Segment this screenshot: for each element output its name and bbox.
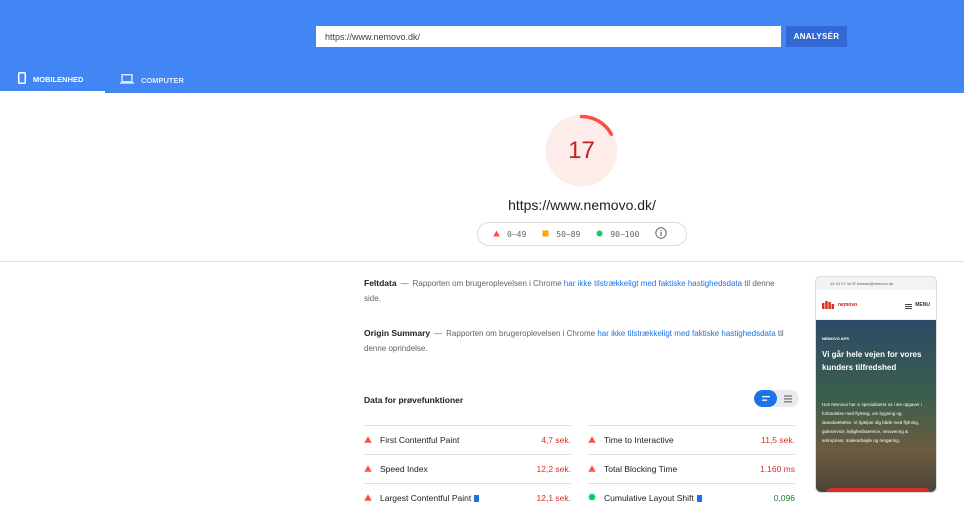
laptop-icon bbox=[120, 74, 141, 86]
legend-item-fail: 0–49 bbox=[493, 230, 526, 239]
screenshot-hero-body: Hos Nemovo har vi specialiseret os i ste… bbox=[822, 402, 922, 443]
metric-largest-contentful-paint: Largest Contentful Paint 12,1 sek. bbox=[364, 483, 571, 512]
smartphone-icon bbox=[18, 72, 33, 86]
field-data-title: Feltdata bbox=[364, 278, 397, 288]
legend-item-pass: 90–100 bbox=[596, 230, 639, 239]
metric-name: Speed Index bbox=[380, 464, 428, 474]
metric-value: 1.160 ms bbox=[760, 464, 795, 474]
metric-name-text: Cumulative Layout Shift bbox=[604, 493, 694, 503]
metric-name: First Contentful Paint bbox=[380, 435, 460, 445]
triangle-red-icon bbox=[364, 464, 372, 474]
metric-value: 12,2 sek. bbox=[536, 464, 572, 474]
metric-time-to-interactive: Time to Interactive 11,5 sek. bbox=[588, 425, 795, 454]
circle-green-icon bbox=[588, 493, 596, 503]
origin-summary-text: Rapporten om brugeroplevelsen i Chrome bbox=[446, 329, 596, 338]
screenshot-hero-cta bbox=[826, 488, 930, 492]
field-data-link[interactable]: har ikke tilstrækkeligt med faktiske has… bbox=[564, 279, 742, 288]
performance-score-value: 17 bbox=[568, 136, 595, 164]
metric-speed-index: Speed Index 12,2 sek. bbox=[364, 454, 571, 483]
metric-cumulative-layout-shift: Cumulative Layout Shift 0,096 bbox=[588, 483, 795, 512]
metric-value: 4,7 sek. bbox=[541, 435, 571, 445]
metric-value: 11,5 sek. bbox=[761, 435, 795, 445]
metric-name: Largest Contentful Paint bbox=[380, 493, 537, 503]
bookmark-flag-icon bbox=[696, 495, 702, 502]
url-input[interactable] bbox=[316, 26, 781, 47]
triangle-red-icon bbox=[588, 464, 596, 474]
triangle-red-icon bbox=[364, 493, 372, 503]
analyzed-page-url: https://www.nemovo.dk/ bbox=[508, 197, 656, 213]
field-data-text: Rapporten om brugeroplevelsen i Chrome bbox=[412, 279, 562, 288]
header-bar: ANALYSÉR MOBILENHED COMPUTER bbox=[0, 0, 964, 93]
origin-summary-section: Origin Summary — Rapporten om brugeropleve… bbox=[364, 326, 784, 356]
nemovo-logo-icon bbox=[822, 296, 834, 314]
legend-label-average: 50–89 bbox=[556, 229, 581, 239]
section-divider bbox=[0, 261, 964, 262]
compact-view-icon[interactable] bbox=[754, 390, 777, 407]
origin-summary-title: Origin Summary bbox=[364, 328, 431, 338]
origin-summary-link[interactable]: har ikke tilstrækkeligt med faktiske has… bbox=[597, 329, 775, 338]
score-legend: 0–49 50–89 90–100 bbox=[477, 222, 687, 246]
lab-data-title: Data for prøvefunktioner bbox=[364, 395, 464, 405]
metric-value: 0,096 bbox=[773, 493, 795, 503]
field-data-section: Feltdata — Rapporten om brugeroplevelsen i… bbox=[364, 276, 784, 306]
metric-name: Total Blocking Time bbox=[604, 464, 678, 474]
screenshot-hero-kicker: NEMOVO APS bbox=[822, 336, 849, 341]
final-screenshot-thumbnail: 44 44 07 44 ✉ kontakt@nemovo.dk nemovo M… bbox=[815, 276, 937, 493]
metric-name: Time to Interactive bbox=[604, 435, 674, 445]
expanded-view-icon[interactable] bbox=[777, 390, 799, 407]
triangle-red-icon bbox=[364, 435, 372, 445]
tab-desktop[interactable]: COMPUTER bbox=[120, 67, 184, 93]
metrics-view-toggle[interactable] bbox=[754, 390, 799, 407]
screenshot-hero-title: Vi går hele vejen for vores kunders tilf… bbox=[822, 350, 922, 372]
metric-value: 12,1 sek. bbox=[536, 493, 572, 503]
tab-mobile[interactable]: MOBILENHED bbox=[0, 67, 105, 93]
circle-green-icon bbox=[596, 230, 603, 239]
metric-total-blocking-time: Total Blocking Time 1.160 ms bbox=[588, 454, 795, 483]
metric-name-text: Largest Contentful Paint bbox=[380, 493, 472, 503]
triangle-red-icon bbox=[493, 230, 500, 239]
metric-first-contentful-paint: First Contentful Paint 4,7 sek. bbox=[364, 425, 571, 454]
screenshot-hero: NEMOVO APS Vi går hele vejen for vores k… bbox=[816, 320, 936, 492]
field-data-dash: — bbox=[400, 279, 409, 288]
screenshot-brand: nemovo bbox=[838, 301, 858, 308]
square-orange-icon bbox=[542, 230, 549, 239]
legend-label-fail: 0–49 bbox=[507, 229, 527, 239]
screenshot-menu-label: MENU bbox=[915, 301, 930, 308]
origin-summary-dash: — bbox=[434, 329, 443, 338]
legend-item-average: 50–89 bbox=[542, 230, 580, 239]
tab-desktop-label: COMPUTER bbox=[141, 75, 184, 85]
info-icon[interactable] bbox=[655, 227, 667, 241]
analyze-button[interactable]: ANALYSÉR bbox=[786, 26, 847, 47]
triangle-red-icon bbox=[588, 435, 596, 445]
legend-label-pass: 90–100 bbox=[610, 229, 640, 239]
metric-name: Cumulative Layout Shift bbox=[604, 493, 774, 503]
performance-score-gauge: 17 bbox=[543, 112, 620, 189]
screenshot-nav: nemovo MENU bbox=[816, 290, 936, 320]
tab-mobile-label: MOBILENHED bbox=[33, 74, 84, 84]
hamburger-icon bbox=[905, 296, 913, 314]
bookmark-flag-icon bbox=[474, 495, 480, 502]
screenshot-topbar: 44 44 07 44 ✉ kontakt@nemovo.dk bbox=[816, 277, 936, 290]
